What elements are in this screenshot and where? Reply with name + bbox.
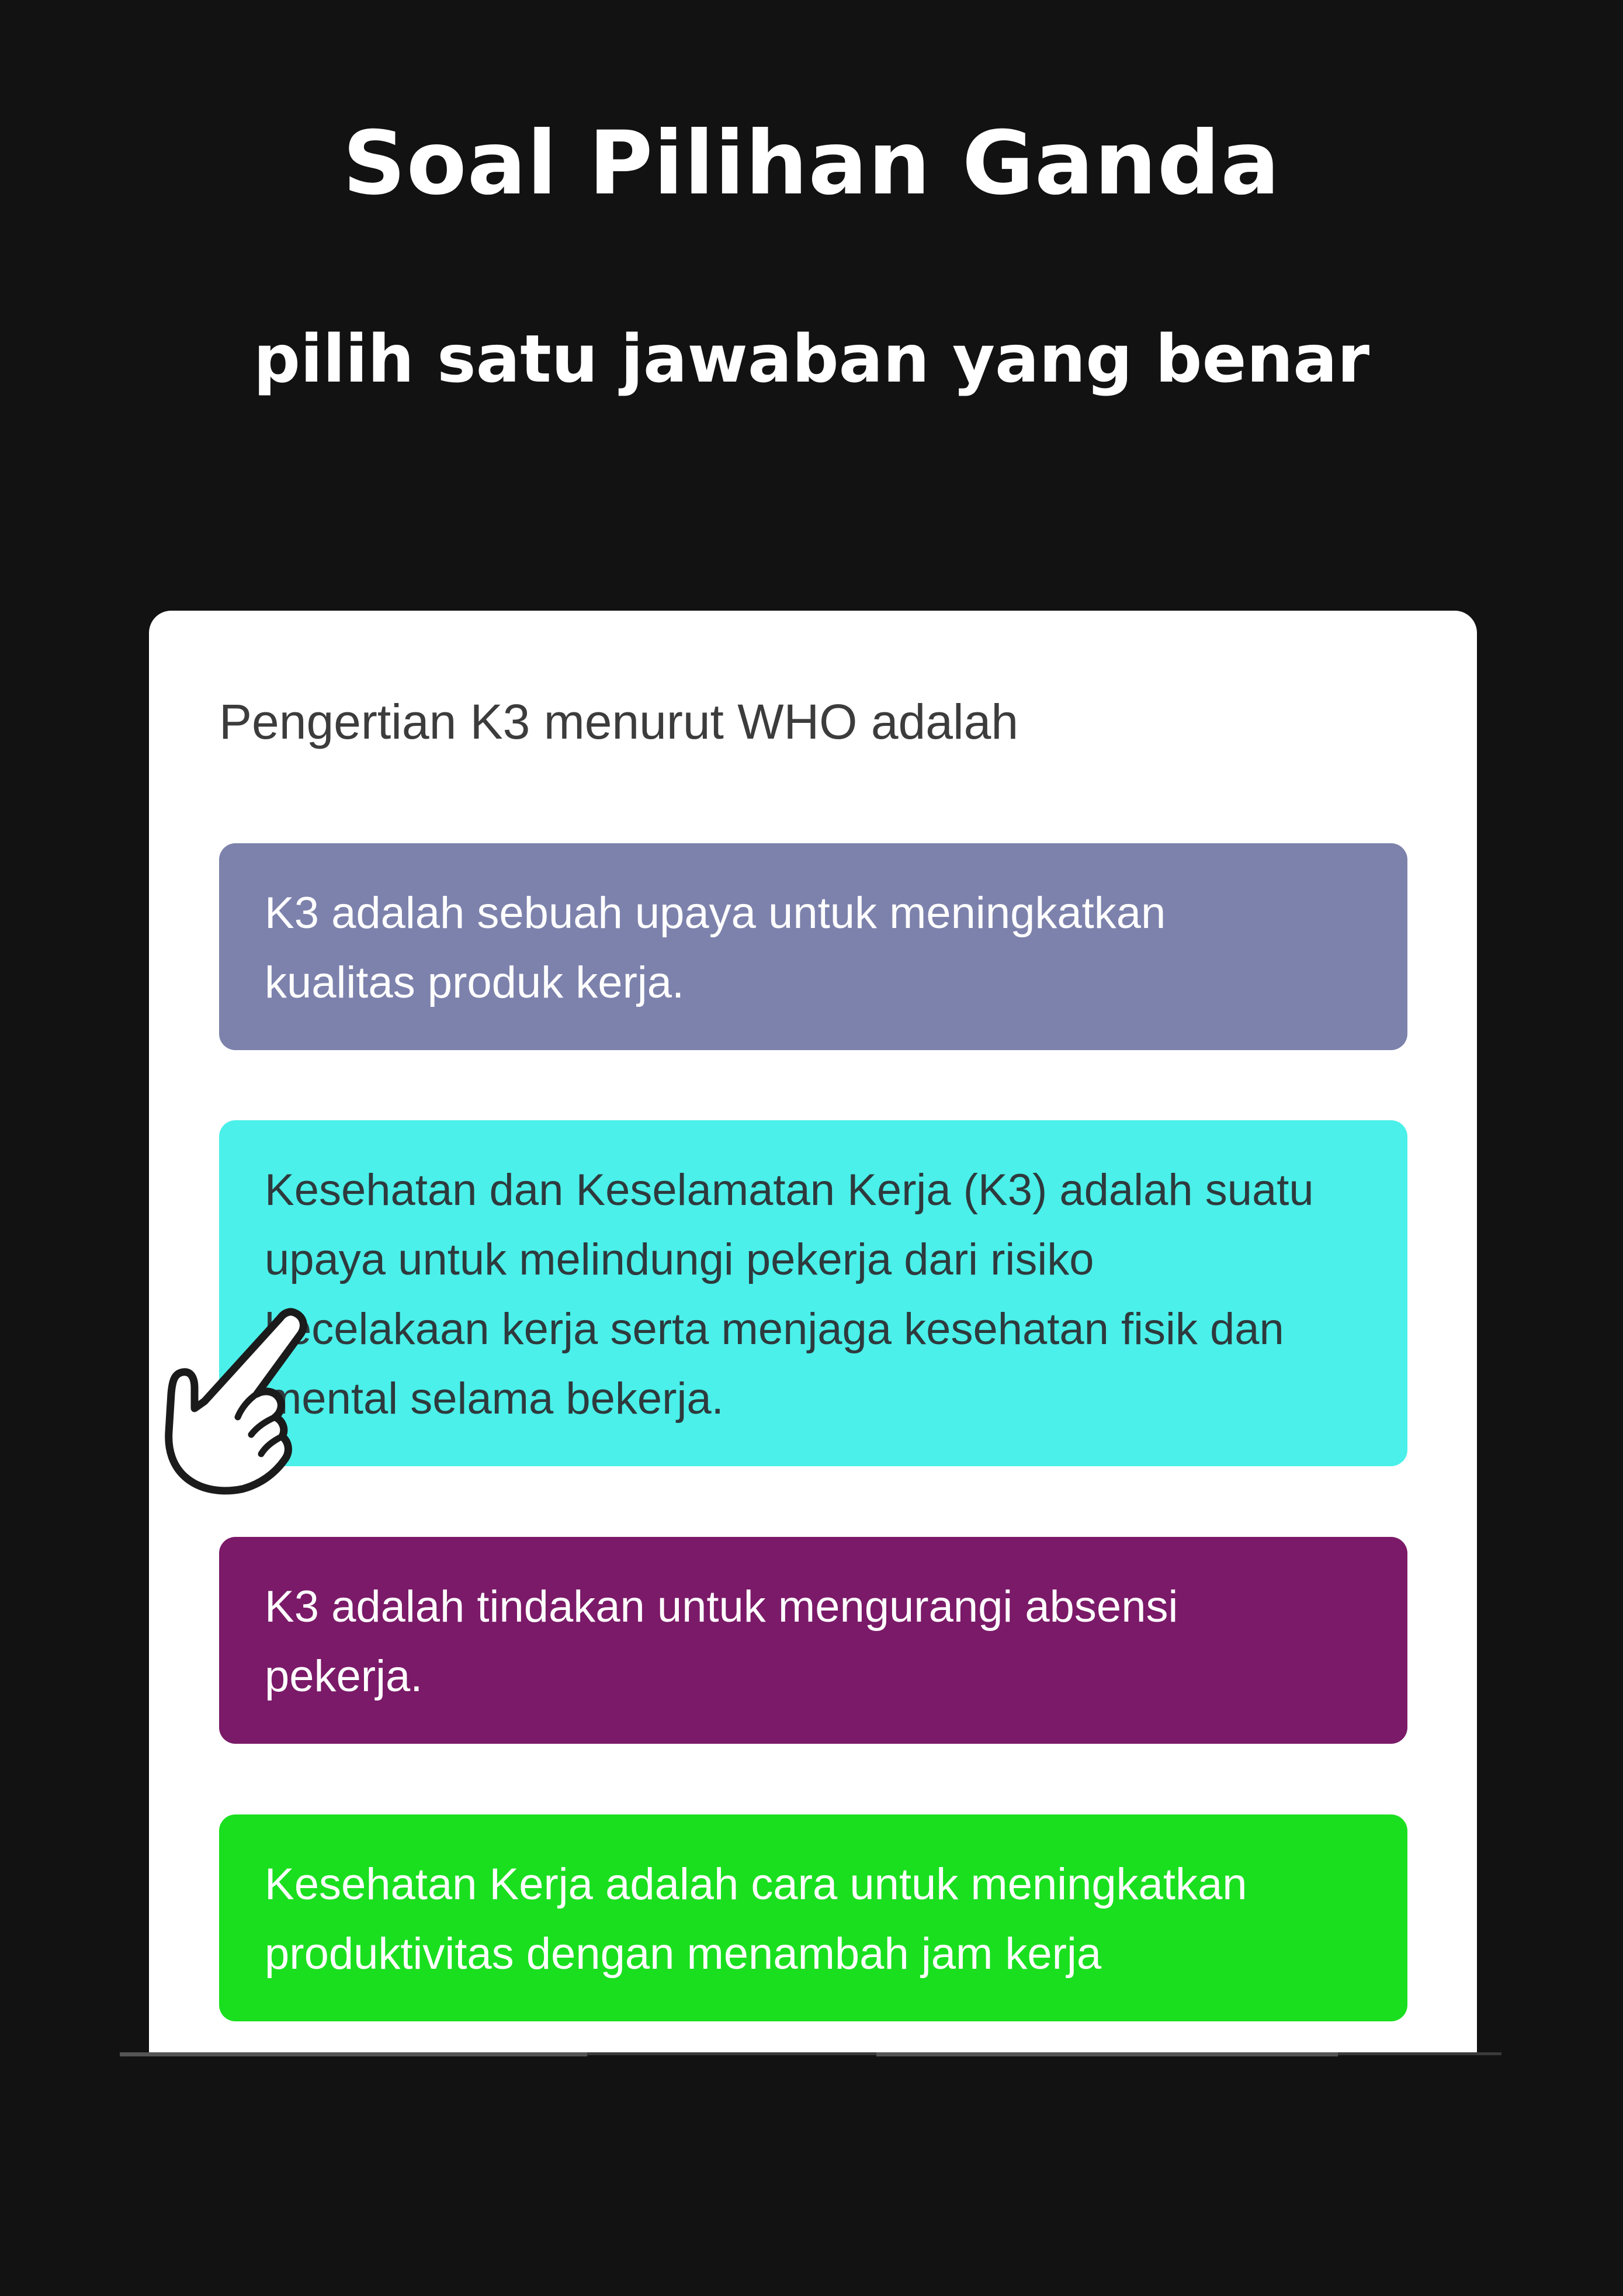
answer-option-text: K3 adalah tindakan untuk mengurangi abse…	[265, 1582, 1178, 1632]
answer-option-d[interactable]: Kesehatan Kerja adalah cara untuk mening…	[219, 1814, 1407, 2021]
answer-option-text: kecelakaan kerja serta menjaga kesehatan…	[265, 1304, 1284, 1354]
answer-option-text: Kesehatan dan Keselamatan Kerja (K3) ada…	[265, 1165, 1314, 1215]
answer-option-text: pekerja.	[265, 1651, 423, 1701]
quiz-card: Pengertian K3 menurut WHO adalah K3 adal…	[149, 611, 1477, 2054]
answer-option-a[interactable]: K3 adalah sebuah upaya untuk meningkatka…	[219, 843, 1407, 1050]
page-subtitle: pilih satu jawaban yang benar	[253, 321, 1370, 397]
answer-option-c[interactable]: K3 adalah tindakan untuk mengurangi abse…	[219, 1537, 1407, 1744]
page-title: Soal Pilihan Ganda	[342, 113, 1281, 214]
answer-option-text: K3 adalah sebuah upaya untuk meningkatka…	[265, 888, 1166, 938]
answer-option-text: upaya untuk melindungi pekerja dari risi…	[265, 1235, 1094, 1284]
question-text: Pengertian K3 menurut WHO adalah	[219, 694, 1019, 749]
hand-pointer-icon	[165, 1308, 307, 1495]
answer-option-b[interactable]: Kesehatan dan Keselamatan Kerja (K3) ada…	[219, 1120, 1407, 1466]
answer-option-text: produktivitas dengan menambah jam kerja	[265, 1929, 1102, 1979]
answer-option-text: kualitas produk kerja.	[265, 958, 685, 1007]
answer-option-text: Kesehatan Kerja adalah cara untuk mening…	[265, 1859, 1247, 1909]
card-bottom-divider-segment	[120, 2052, 587, 2056]
card-bottom-divider-segment	[876, 2052, 1338, 2056]
answer-option-text: mental selama bekerja.	[265, 1374, 724, 1424]
